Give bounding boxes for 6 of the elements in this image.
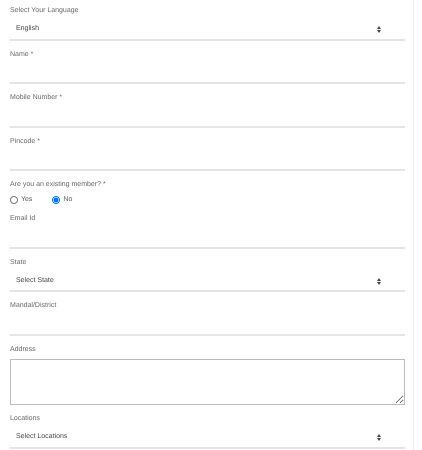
sort-caret-icon <box>377 434 381 441</box>
sort-caret-icon <box>377 26 381 33</box>
radio-button[interactable] <box>10 196 18 204</box>
radio-button[interactable] <box>52 196 60 204</box>
sort-caret-icon <box>377 278 381 284</box>
address-field[interactable] <box>10 359 405 405</box>
